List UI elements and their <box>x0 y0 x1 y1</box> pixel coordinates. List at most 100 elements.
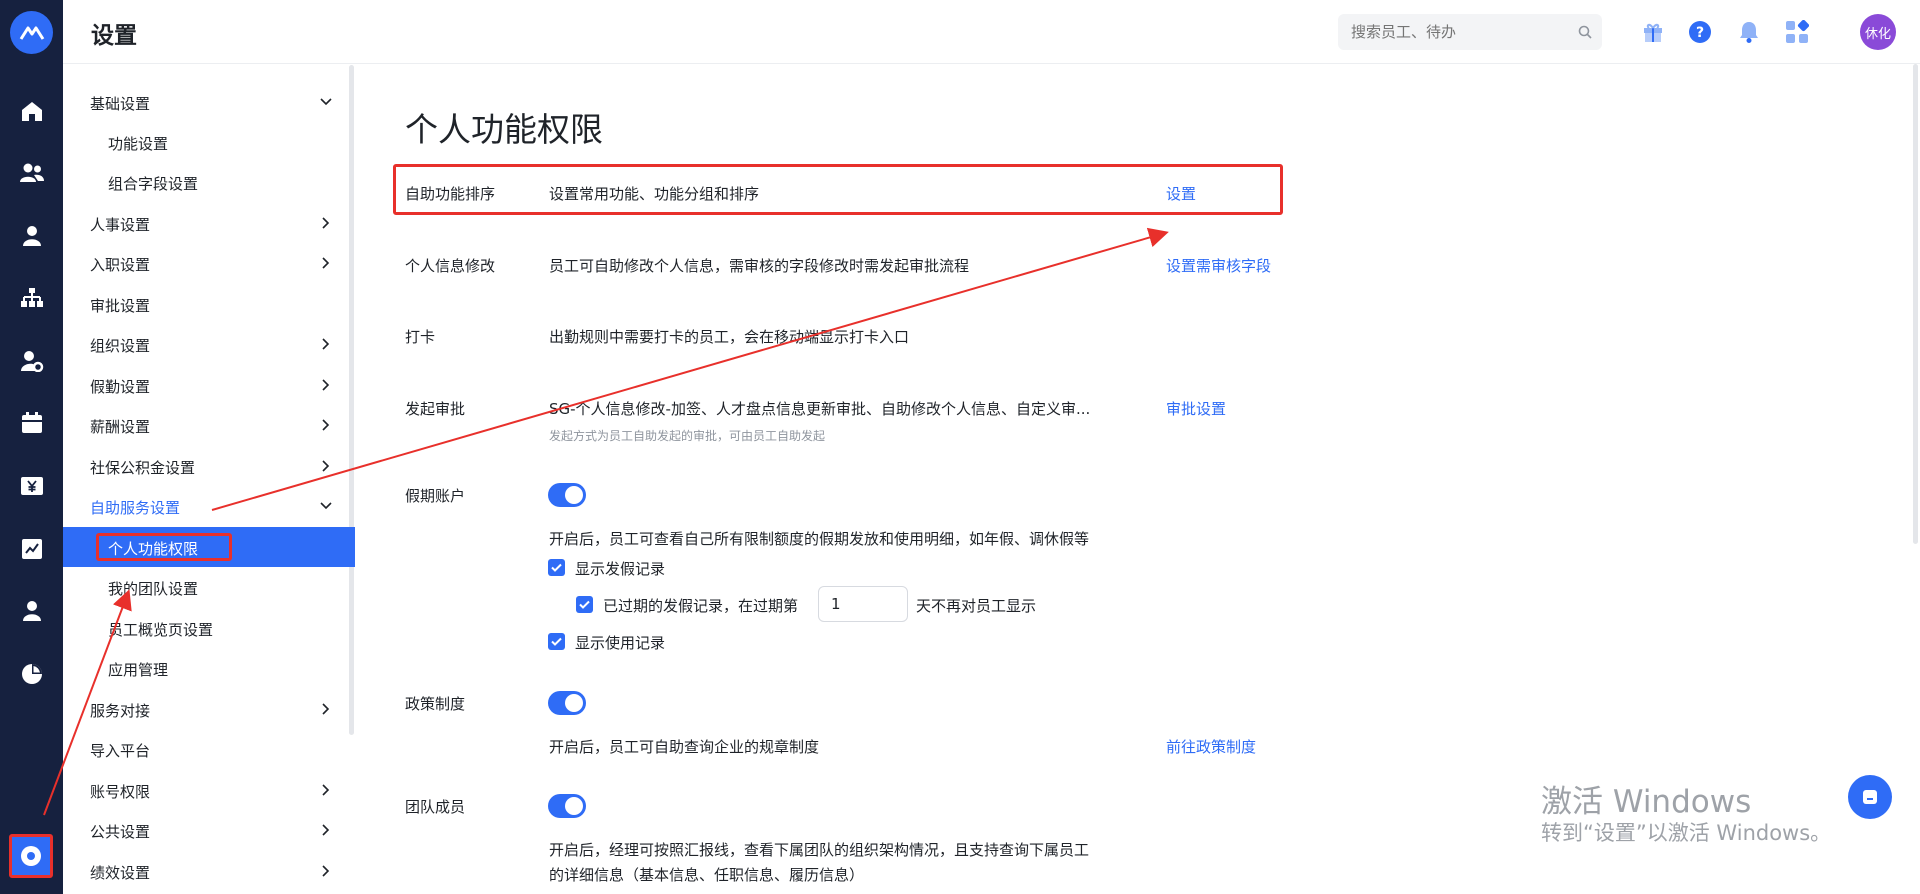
leave-label: 假期账户 <box>405 487 466 505</box>
menu-label: 入职设置 <box>90 256 151 274</box>
menu-label: 假勤设置 <box>90 378 151 396</box>
menu-onboarding-settings[interactable]: 入职设置 <box>63 243 355 283</box>
menu-personal-permissions[interactable]: 个人功能权限 <box>63 527 355 567</box>
show-grant-checkbox[interactable] <box>548 559 565 576</box>
menu-hr-settings[interactable]: 人事设置 <box>63 203 355 243</box>
expired-days-input[interactable] <box>818 586 908 622</box>
app-rail <box>0 0 63 894</box>
policy-toggle[interactable] <box>548 691 586 715</box>
menu-label: 组织设置 <box>90 337 151 355</box>
approval-label: 发起审批 <box>405 400 466 418</box>
menu-app-management[interactable]: 应用管理 <box>63 648 355 688</box>
show-usage-checkbox[interactable] <box>548 633 565 650</box>
chat-float-icon[interactable] <box>1848 775 1892 819</box>
info-edit-desc: 员工可自助修改个人信息，需审核的字段修改时需发起审批流程 <box>549 257 970 275</box>
policy-label: 政策制度 <box>405 695 466 713</box>
settings-icon[interactable] <box>9 834 53 878</box>
page-scrollbar[interactable] <box>1913 64 1918 544</box>
approval-hint: 发起方式为员工自助发起的审批，可由员工自助发起 <box>549 429 826 443</box>
team-label: 团队成员 <box>405 798 466 816</box>
pie-chart-icon[interactable] <box>19 661 45 687</box>
menu-service-integration[interactable]: 服务对接 <box>63 689 355 729</box>
top-bar: 设置 ? 休化 <box>63 0 1920 64</box>
report-icon[interactable] <box>19 536 45 562</box>
chevron-right-icon <box>319 823 333 841</box>
approval-settings-link[interactable]: 审批设置 <box>1166 398 1226 419</box>
page-title: 设置 <box>91 23 137 49</box>
menu-label: 服务对接 <box>90 702 151 720</box>
search-icon[interactable] <box>1578 24 1592 43</box>
chevron-right-icon <box>319 378 333 396</box>
chevron-right-icon <box>319 337 333 355</box>
search-box[interactable] <box>1338 14 1602 50</box>
menu-combined-field-settings[interactable]: 组合字段设置 <box>63 162 355 202</box>
menu-self-service-settings[interactable]: 自助服务设置 <box>63 486 355 526</box>
sort-desc: 设置常用功能、功能分组和排序 <box>549 185 760 203</box>
menu-label: 基础设置 <box>90 95 151 113</box>
search-input[interactable] <box>1338 14 1568 50</box>
sort-settings-link[interactable]: 设置 <box>1166 183 1196 204</box>
svg-text:?: ? <box>1696 25 1704 41</box>
leave-toggle[interactable] <box>548 483 586 507</box>
team-desc-line1: 开启后，经理可按照汇报线，查看下属团队的组织架构情况，且支持查询下属员工 <box>549 841 1090 859</box>
person-icon[interactable] <box>19 223 45 249</box>
expired-prefix: 已过期的发假记录，在过期第 <box>603 597 799 615</box>
chevron-right-icon <box>319 216 333 234</box>
menu-label: 应用管理 <box>108 661 169 679</box>
menu-account-permissions[interactable]: 账号权限 <box>63 770 355 810</box>
menu-label: 社保公积金设置 <box>90 459 196 477</box>
help-icon[interactable]: ? <box>1686 18 1714 46</box>
apps-grid-icon[interactable] <box>1783 18 1811 46</box>
menu-public-settings[interactable]: 公共设置 <box>63 810 355 850</box>
team-toggle[interactable] <box>548 794 586 818</box>
chevron-right-icon <box>319 864 333 882</box>
menu-salary-settings[interactable]: 薪酬设置 <box>63 405 355 445</box>
menu-function-settings[interactable]: 功能设置 <box>63 122 355 162</box>
menu-employee-overview-settings[interactable]: 员工概览页设置 <box>63 608 355 648</box>
review-fields-link[interactable]: 设置需审核字段 <box>1166 255 1271 276</box>
windows-activation-title: 激活 Windows <box>1541 784 1752 820</box>
menu-label: 组合字段设置 <box>108 175 199 193</box>
bell-icon[interactable] <box>1735 18 1763 46</box>
chevron-right-icon <box>319 702 333 720</box>
expired-checkbox[interactable] <box>576 596 593 613</box>
menu-label: 公共设置 <box>90 823 151 841</box>
chevron-right-icon <box>319 418 333 436</box>
show-grant-label: 显示发假记录 <box>575 560 666 578</box>
menu-label: 功能设置 <box>108 135 169 153</box>
calendar-icon[interactable] <box>19 410 45 436</box>
menu-my-team-settings[interactable]: 我的团队设置 <box>63 567 355 607</box>
menu-performance-settings[interactable]: 绩效设置 <box>63 851 355 891</box>
salary-icon[interactable] <box>19 473 45 499</box>
menu-org-settings[interactable]: 组织设置 <box>63 324 355 364</box>
leave-desc: 开启后，员工可查看自己所有限制额度的假期发放和使用明细，如年假、调休假等 <box>549 530 1090 548</box>
menu-label: 我的团队设置 <box>108 580 199 598</box>
user-settings-icon[interactable] <box>19 348 45 374</box>
menu-label: 审批设置 <box>90 297 151 315</box>
policy-link[interactable]: 前往政策制度 <box>1166 736 1256 757</box>
menu-basic-settings[interactable]: 基础设置 <box>63 82 355 122</box>
org-chart-icon[interactable] <box>19 285 45 311</box>
expired-suffix: 天不再对员工显示 <box>916 597 1037 615</box>
app-logo-icon[interactable] <box>10 11 53 54</box>
menu-social-security-settings[interactable]: 社保公积金设置 <box>63 446 355 486</box>
section-title: 个人功能权限 <box>405 110 603 149</box>
menu-label: 导入平台 <box>90 742 151 760</box>
chevron-down-icon <box>319 499 333 517</box>
menu-label: 个人功能权限 <box>108 540 199 558</box>
menu-approval-settings[interactable]: 审批设置 <box>63 284 355 324</box>
home-icon[interactable] <box>19 98 45 124</box>
settings-sidebar: 基础设置 功能设置 组合字段设置 人事设置 入职设置 审批设置 组织设置 假勤设… <box>63 65 357 894</box>
show-usage-label: 显示使用记录 <box>575 634 666 652</box>
menu-label: 账号权限 <box>90 783 151 801</box>
chevron-right-icon <box>319 459 333 477</box>
avatar[interactable]: 休化 <box>1860 14 1896 50</box>
profile-icon[interactable] <box>19 598 45 624</box>
menu-attendance-settings[interactable]: 假勤设置 <box>63 365 355 405</box>
clock-label: 打卡 <box>405 328 436 346</box>
menu-import-platform[interactable]: 导入平台 <box>63 729 355 769</box>
highlight-box <box>393 164 1283 215</box>
team-icon[interactable] <box>19 160 45 186</box>
menu-label: 员工概览页设置 <box>108 621 214 639</box>
gift-icon[interactable] <box>1639 18 1667 46</box>
